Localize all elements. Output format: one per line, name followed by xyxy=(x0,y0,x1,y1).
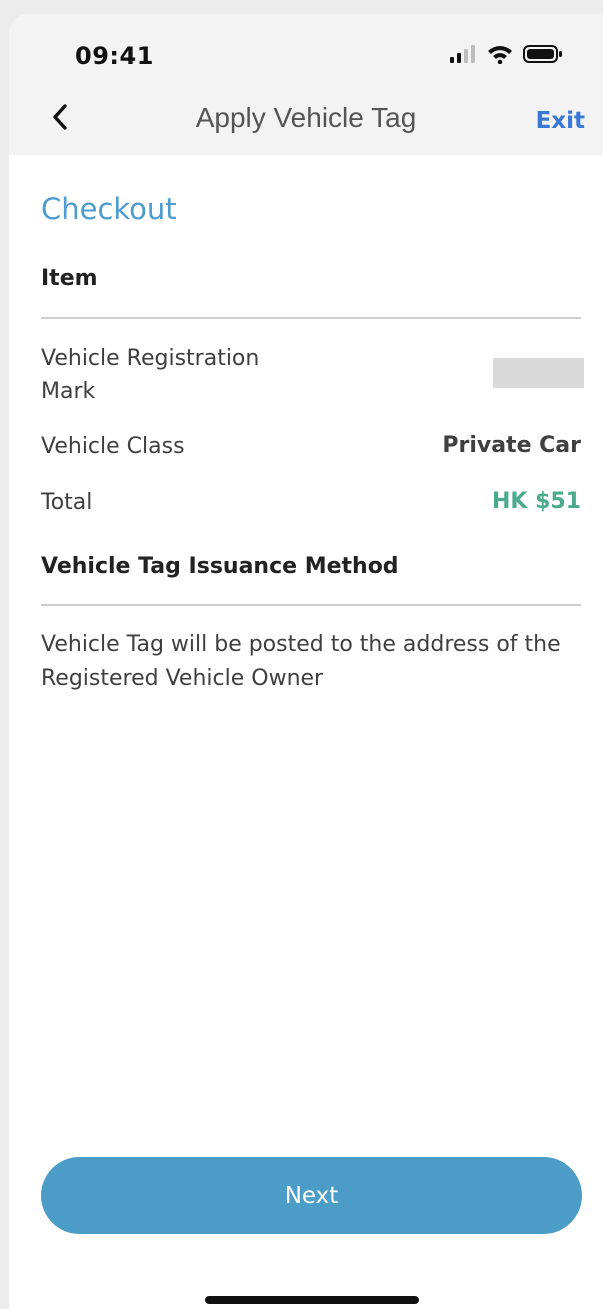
status-time: 09:41 xyxy=(75,42,154,70)
registration-mark-label: Vehicle Registration Mark xyxy=(41,346,260,404)
issuance-method-heading: Vehicle Tag Issuance Method xyxy=(41,554,399,579)
divider xyxy=(41,317,581,319)
battery-icon xyxy=(523,44,563,68)
checkout-heading: Checkout xyxy=(41,192,177,226)
total-value: HK $51 xyxy=(491,489,581,514)
next-button[interactable]: Next xyxy=(41,1157,582,1234)
home-indicator xyxy=(205,1296,419,1304)
page-title: Apply Vehicle Tag xyxy=(195,102,417,133)
phone-screen: 09:41 Apply Vehicle Tag Exit Checkout It… xyxy=(9,14,603,1309)
exit-link[interactable]: Exit xyxy=(536,108,585,134)
divider xyxy=(41,604,581,606)
signal-icon xyxy=(449,45,477,67)
wifi-icon xyxy=(487,44,513,68)
issuance-method-description: Vehicle Tag will be posted to the addres… xyxy=(41,632,561,691)
vehicle-class-value: Private Car xyxy=(442,433,581,458)
top-bar: 09:41 Apply Vehicle Tag Exit xyxy=(9,14,603,155)
item-heading: Item xyxy=(41,266,98,291)
status-icons xyxy=(449,44,563,68)
vehicle-class-label: Vehicle Class xyxy=(41,434,185,459)
registration-mark-value-masked xyxy=(493,358,584,388)
total-label: Total xyxy=(41,490,93,515)
